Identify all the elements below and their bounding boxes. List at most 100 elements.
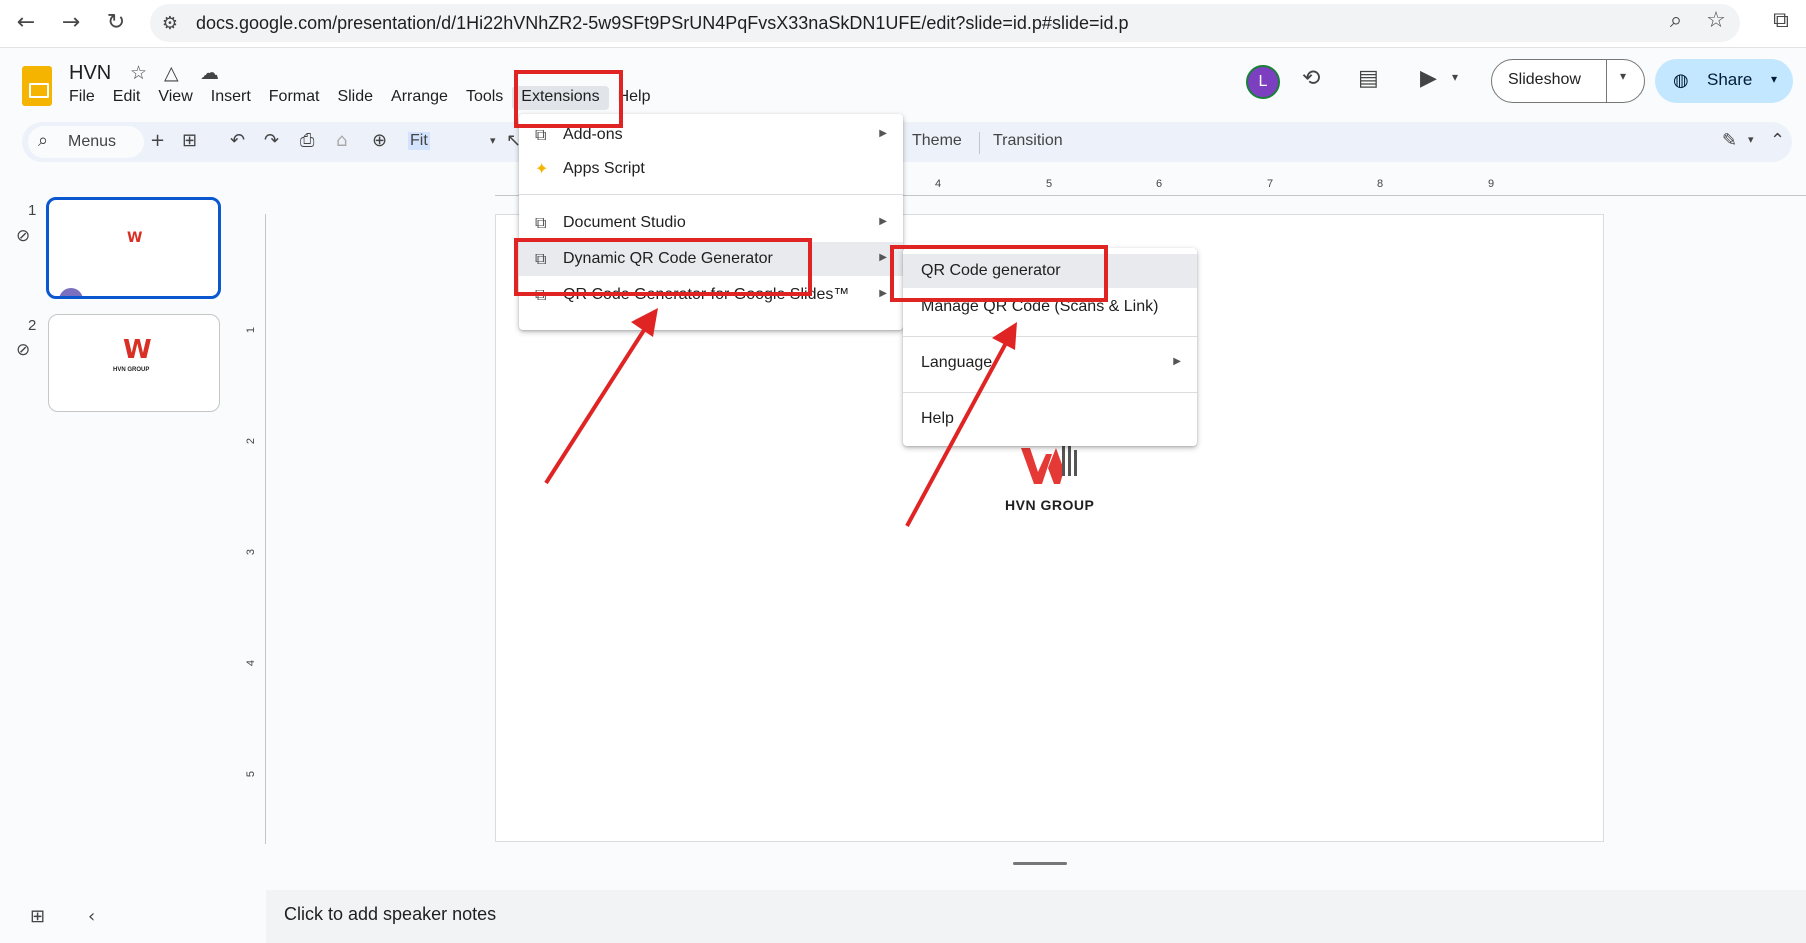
new-slide-icon[interactable]: +	[150, 130, 165, 151]
chevron-down-icon: ▾	[490, 134, 496, 147]
add-on-icon: ⧉	[535, 125, 547, 144]
collapse-filmstrip-icon[interactable]: ‹	[88, 906, 95, 927]
menu-item-label: Help	[921, 410, 954, 427]
bookmark-star-icon[interactable]: ☆	[1700, 4, 1732, 36]
forward-icon[interactable]: →	[55, 6, 87, 38]
url-text[interactable]: docs.google.com/presentation/d/1Hi22hVNh…	[196, 13, 1129, 34]
menu-item-language[interactable]: Language ▶	[903, 346, 1197, 380]
menu-item-label: Apps Script	[563, 160, 645, 177]
menu-divider	[903, 336, 1197, 337]
submenu-arrow-icon: ▶	[1173, 356, 1181, 367]
highlight-box-extensions	[514, 70, 623, 128]
menu-insert[interactable]: Insert	[202, 86, 260, 110]
menu-view[interactable]: View	[149, 86, 201, 110]
menu-item-apps-script[interactable]: ✦ Apps Script	[519, 152, 903, 186]
avatar[interactable]: L	[1246, 65, 1280, 99]
menu-item-label: Document Studio	[563, 214, 686, 231]
grid-view-icon[interactable]: ⊞	[30, 906, 45, 927]
hvn-logo-icon: W	[127, 230, 143, 246]
notes-resize-handle[interactable]	[1013, 862, 1067, 865]
collapse-toolbar-icon[interactable]: ⌃	[1770, 130, 1785, 151]
new-slide-layout-icon[interactable]: ⊞	[182, 130, 197, 151]
menus-search[interactable]: ⌕ Menus	[28, 126, 144, 158]
address-bar[interactable]: ⚙ docs.google.com/presentation/d/1Hi22hV…	[150, 4, 1740, 42]
meet-dropdown-icon[interactable]: ▾	[1452, 70, 1458, 84]
menu-tools[interactable]: Tools	[457, 86, 512, 110]
highlight-box-dynamic-qr	[514, 238, 812, 296]
zoom-icon[interactable]: ⌕	[1660, 4, 1692, 36]
menu-item-help[interactable]: Help	[903, 402, 1197, 436]
pen-dropdown-icon[interactable]: ▾	[1748, 133, 1754, 146]
submenu-arrow-icon: ▶	[879, 252, 887, 263]
share-button[interactable]: ◍ Share ▾	[1655, 59, 1793, 103]
slides-logo-icon[interactable]	[22, 66, 52, 106]
highlight-box-qr-generator	[890, 245, 1108, 302]
move-to-drive-icon[interactable]: △	[164, 62, 179, 84]
toolbar-divider	[979, 132, 980, 154]
back-icon[interactable]: ←	[10, 6, 42, 38]
print-icon[interactable]: ⎙	[300, 130, 314, 151]
pen-icon[interactable]: ✎	[1722, 130, 1737, 151]
search-icon: ⌕	[38, 130, 49, 151]
ruler-tick-label: 8	[1377, 178, 1384, 190]
menu-divider	[903, 392, 1197, 393]
speaker-notes[interactable]: Click to add speaker notes	[266, 890, 1806, 943]
ruler-tick-label: 5	[1046, 178, 1053, 190]
menu-format[interactable]: Format	[260, 86, 329, 110]
menu-file[interactable]: File	[60, 86, 104, 110]
menus-search-label: Menus	[68, 133, 117, 150]
version-history-icon[interactable]: ⟲	[1302, 66, 1320, 91]
ruler-tick-label: 1	[245, 326, 258, 334]
link-icon: ⊘	[16, 226, 31, 246]
zoom-select[interactable]: Fit ▾	[402, 128, 512, 156]
ruler-tick-label: 4	[245, 659, 258, 667]
ruler-tick-label: 6	[1156, 178, 1163, 190]
undo-icon[interactable]: ↶	[230, 130, 245, 151]
menu-edit[interactable]: Edit	[104, 86, 150, 110]
ruler-tick-label: 3	[245, 548, 258, 556]
extensions-menu: ⧉ Add-ons ▶ ✦ Apps Script ⧉ Document Stu…	[519, 114, 903, 330]
apps-script-icon: ✦	[535, 159, 549, 178]
menu-slide[interactable]: Slide	[328, 86, 382, 110]
menu-item-document-studio[interactable]: ⧉ Document Studio ▶	[519, 206, 903, 240]
share-label: Share	[1707, 70, 1753, 89]
speaker-notes-placeholder[interactable]: Click to add speaker notes	[284, 904, 496, 925]
slide-logo-text: HVN GROUP	[1005, 497, 1095, 513]
menu-arrange[interactable]: Arrange	[382, 86, 457, 110]
link-icon: ⊘	[16, 340, 31, 360]
cloud-saved-icon[interactable]: ☁	[200, 62, 219, 84]
app-header: HVN ☆ △ ☁ File Edit View Insert Format S…	[0, 48, 1806, 114]
transition-button[interactable]: Transition	[993, 132, 1063, 150]
browser-extensions-icon[interactable]: ⧉	[1765, 4, 1797, 36]
slideshow-label: Slideshow	[1508, 71, 1581, 88]
document-title[interactable]: HVN	[69, 62, 111, 85]
redo-icon[interactable]: ↷	[264, 130, 279, 151]
submenu-arrow-icon: ▶	[879, 128, 887, 139]
chevron-down-icon[interactable]: ▾	[1620, 69, 1626, 83]
site-info-icon[interactable]: ⚙	[154, 7, 186, 39]
avatar	[59, 288, 83, 296]
slide-thumbnail-2[interactable]: W HVN GROUP	[48, 314, 220, 412]
submenu-arrow-icon: ▶	[879, 288, 887, 299]
menu-item-label: Language	[921, 354, 993, 371]
vertical-ruler: 1 2 3 4 5	[245, 214, 266, 844]
paint-format-icon[interactable]: ⌂	[336, 130, 347, 151]
theme-button[interactable]: Theme	[912, 132, 962, 150]
zoom-icon[interactable]: ⊕	[372, 130, 387, 151]
submenu-arrow-icon: ▶	[879, 216, 887, 227]
slide-thumbnail-1[interactable]: W	[46, 197, 221, 299]
hvn-logo-icon[interactable]	[1018, 440, 1078, 486]
comments-icon[interactable]: ▤	[1358, 66, 1379, 91]
meet-camera-icon[interactable]: ▶	[1420, 66, 1437, 91]
thumbnail-logo-text: HVN GROUP	[113, 367, 150, 373]
slideshow-divider	[1606, 60, 1607, 102]
menu-item-label: Add-ons	[563, 126, 623, 143]
reload-icon[interactable]: ↻	[100, 6, 132, 38]
ruler-tick-label: 4	[935, 178, 942, 190]
slideshow-button[interactable]: Slideshow ▾	[1491, 59, 1645, 103]
browser-toolbar: ← → ↻ ⚙ docs.google.com/presentation/d/1…	[0, 0, 1806, 48]
slide-number: 1	[28, 202, 37, 219]
star-icon[interactable]: ☆	[130, 62, 147, 84]
ruler-tick-label: 5	[245, 770, 258, 778]
chevron-down-icon[interactable]: ▾	[1771, 72, 1777, 86]
